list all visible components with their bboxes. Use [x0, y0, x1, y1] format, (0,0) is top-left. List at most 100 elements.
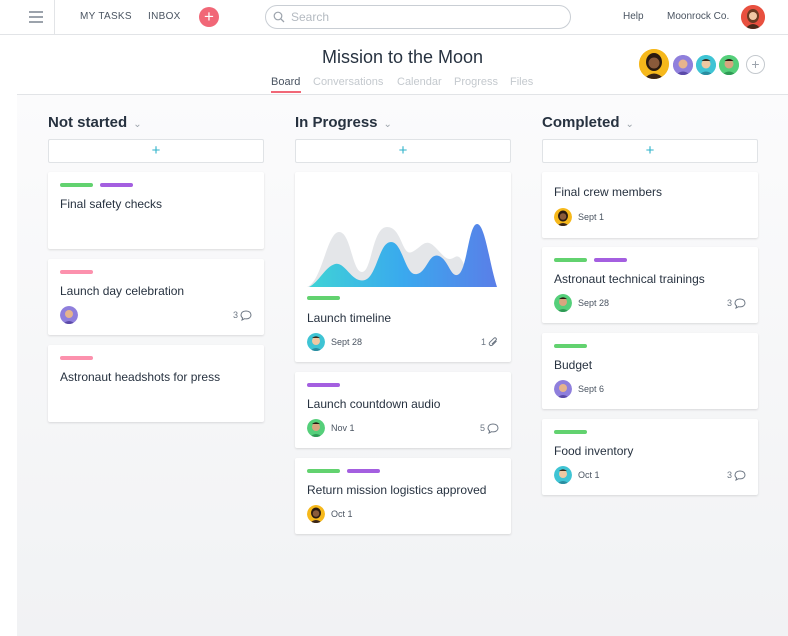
column-header-in-progress[interactable]: In Progress ⌄	[295, 114, 392, 131]
attachment-count[interactable]: 1	[481, 337, 499, 348]
task-card[interactable]: Launch countdown audio Nov 1 5	[295, 372, 511, 448]
comment-icon	[240, 310, 252, 322]
assignee-avatar[interactable]	[60, 306, 78, 324]
column-header-not-started[interactable]: Not started ⌄	[48, 114, 142, 131]
chevron-down-icon[interactable]: ⌄	[384, 119, 392, 130]
active-tab-underline	[271, 91, 301, 93]
tag-purple	[307, 383, 340, 387]
project-header: Mission to the Moon Board Conversations …	[17, 35, 788, 95]
task-card[interactable]: Launch day celebration 3	[48, 259, 264, 335]
hamburger-line	[29, 21, 43, 23]
workspace-switcher[interactable]: Moonrock Co.	[667, 11, 729, 22]
my-tasks-link[interactable]: MY TASKS	[80, 11, 132, 22]
chevron-down-icon[interactable]: ⌄	[626, 119, 634, 130]
member-avatar-owner[interactable]	[639, 49, 669, 79]
hamburger-line	[29, 11, 43, 13]
tab-progress[interactable]: Progress	[454, 76, 498, 88]
comment-icon	[734, 470, 746, 482]
tag-purple	[347, 469, 380, 473]
tag-purple	[594, 258, 627, 262]
assignee-avatar-image	[307, 333, 325, 351]
member-avatar-image	[673, 55, 693, 75]
card-title: Food inventory	[554, 444, 634, 458]
assignee-avatar-image	[554, 380, 572, 398]
column-title: In Progress	[295, 114, 378, 131]
due-date: Nov 1	[331, 423, 355, 433]
assignee-avatar[interactable]	[307, 505, 325, 523]
assignee-avatar-image	[554, 294, 572, 312]
assignee-avatar[interactable]	[554, 294, 572, 312]
board: Not started ⌄ + Final safety checks Launc…	[17, 95, 788, 636]
card-cover-image	[307, 224, 497, 287]
tab-board-label: Board	[271, 76, 301, 88]
comment-count[interactable]: 3	[726, 298, 746, 310]
top-navigation-bar: MY TASKS INBOX + Help Moonrock Co.	[0, 0, 788, 35]
member-avatar[interactable]	[719, 55, 739, 75]
comment-count-value: 3	[232, 310, 238, 320]
tab-conversations[interactable]: Conversations	[313, 76, 383, 88]
member-avatar[interactable]	[696, 55, 716, 75]
column-title: Completed	[542, 114, 620, 131]
card-title: Launch timeline	[307, 311, 392, 325]
tag-green	[554, 344, 587, 348]
chevron-down-icon[interactable]: ⌄	[133, 119, 141, 130]
tab-board[interactable]: Board	[271, 76, 301, 93]
inbox-link[interactable]: INBOX	[148, 11, 181, 22]
assignee-avatar[interactable]	[554, 466, 572, 484]
due-date: Sept 6	[578, 384, 605, 394]
comment-count-value: 5	[479, 423, 485, 433]
user-avatar-image	[741, 5, 765, 29]
card-title: Launch countdown audio	[307, 397, 441, 411]
help-link[interactable]: Help	[623, 11, 644, 22]
assignee-avatar-image	[307, 419, 325, 437]
user-avatar[interactable]	[741, 5, 765, 29]
due-date: Sept 28	[331, 337, 363, 347]
comment-count[interactable]: 3	[232, 310, 252, 322]
quick-add-button[interactable]: +	[199, 7, 219, 27]
member-avatar-owner-image	[639, 49, 669, 79]
tab-calendar[interactable]: Calendar	[397, 76, 442, 88]
card-title: Astronaut headshots for press	[60, 370, 221, 384]
tag-pink	[60, 356, 93, 360]
member-avatar[interactable]	[673, 55, 693, 75]
card-title: Return mission logistics approved	[307, 483, 487, 497]
task-card[interactable]: Astronaut technical trainings Sept 28 3	[542, 247, 758, 323]
tag-purple	[100, 183, 133, 187]
member-avatar-image	[696, 55, 716, 75]
tag-green	[307, 469, 340, 473]
card-title: Astronaut technical trainings	[554, 272, 705, 286]
add-task-button[interactable]: +	[48, 139, 264, 163]
comment-count[interactable]: 5	[479, 423, 499, 435]
due-date: Oct 1	[331, 509, 353, 519]
search-input[interactable]	[291, 9, 561, 25]
comment-count-value: 3	[726, 298, 732, 308]
tab-files[interactable]: Files	[510, 76, 533, 88]
add-task-button[interactable]: +	[295, 139, 511, 163]
task-card[interactable]: Astronaut headshots for press	[48, 345, 264, 422]
hamburger-menu-icon[interactable]	[0, 0, 55, 35]
card-title: Final crew members	[554, 185, 663, 199]
assignee-avatar[interactable]	[307, 333, 325, 351]
assignee-avatar[interactable]	[554, 380, 572, 398]
add-member-button[interactable]: +	[746, 55, 765, 74]
task-card[interactable]: Food inventory Oct 1 3	[542, 419, 758, 495]
task-card[interactable]: Return mission logistics approved Oct 1	[295, 458, 511, 534]
comment-count[interactable]: 3	[727, 470, 746, 482]
assignee-avatar-image	[307, 505, 325, 523]
add-task-button[interactable]: +	[542, 139, 758, 163]
due-date: Sept 28	[578, 298, 610, 308]
due-date: Oct 1	[578, 470, 600, 480]
task-card[interactable]: Budget Sept 6	[542, 333, 758, 409]
attachment-count-value: 1	[480, 337, 486, 347]
tag-pink	[60, 270, 93, 274]
assignee-avatar[interactable]	[307, 419, 325, 437]
search-box[interactable]	[265, 5, 571, 29]
assignee-avatar-image	[60, 306, 78, 324]
assignee-avatar-image	[554, 208, 572, 226]
assignee-avatar[interactable]	[554, 208, 572, 226]
task-card[interactable]: Launch timeline Sept 28 1	[295, 172, 511, 362]
task-card[interactable]: Final safety checks	[48, 172, 264, 249]
task-card[interactable]: Final crew members Sept 1	[542, 172, 758, 238]
due-date: Sept 1	[578, 212, 605, 222]
column-header-completed[interactable]: Completed ⌄	[542, 114, 634, 131]
